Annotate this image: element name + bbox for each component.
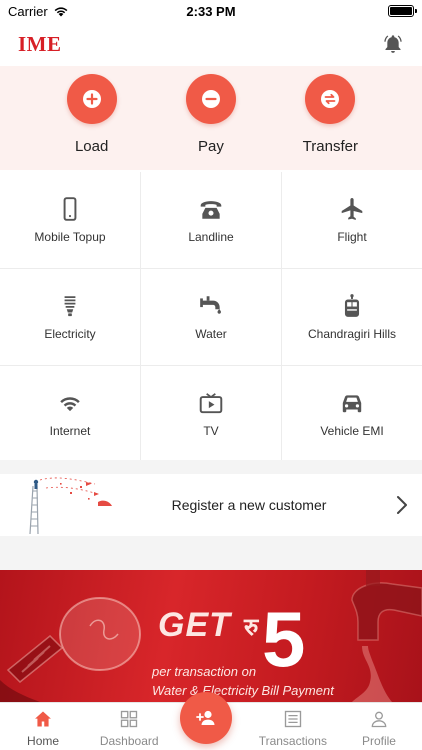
service-label: Electricity	[44, 327, 96, 341]
nav-profile-label: Profile	[361, 734, 396, 748]
status-bar: Carrier 2:33 PM	[0, 0, 422, 22]
service-label: Chandragiri Hills	[307, 327, 397, 341]
service-chandragiri-hills[interactable]: Chandragiri Hills	[282, 269, 422, 365]
cable-car-icon	[344, 294, 360, 317]
nav-transactions-label: Transactions	[258, 734, 327, 748]
dashboard-grid-icon	[121, 710, 138, 728]
nav-profile[interactable]: Profile	[336, 703, 422, 750]
add-customer-fab[interactable]	[180, 692, 232, 744]
car-icon	[342, 395, 362, 413]
service-label: TV	[203, 424, 219, 438]
chevron-right-icon	[397, 496, 407, 514]
service-landline[interactable]: Landline	[141, 172, 281, 268]
nav-home[interactable]: Home	[0, 703, 86, 750]
service-mobile-topup[interactable]: Mobile Topup	[0, 172, 140, 268]
wifi-signal-icon	[54, 7, 68, 17]
promo-amount: 5	[262, 595, 306, 683]
load-label: Load	[74, 138, 109, 155]
transactions-list-icon	[284, 710, 301, 728]
service-label: Flight	[337, 230, 367, 244]
ime-logo: IME	[18, 31, 62, 56]
minus-icon	[201, 90, 220, 108]
quick-actions: Load Pay Transfer	[0, 66, 422, 170]
transfer-circle[interactable]	[305, 74, 356, 124]
status-left: Carrier	[8, 4, 69, 19]
register-chevron[interactable]	[388, 494, 416, 516]
service-vehicle-emi[interactable]: Vehicle EMI	[282, 366, 422, 462]
app-header: IME	[0, 22, 422, 66]
service-label: Landline	[188, 230, 234, 244]
promo-banner[interactable]: GET रु 5 per transaction on Water & Elec…	[0, 570, 422, 702]
load-circle[interactable]	[66, 74, 117, 124]
service-label: Internet	[49, 424, 91, 438]
wifi-icon	[60, 397, 80, 412]
service-flight[interactable]: Flight	[282, 172, 422, 268]
service-label: Mobile Topup	[34, 230, 106, 244]
battery-icon	[388, 5, 417, 17]
promo-line-2: Water & Electricity Bill Payment	[152, 683, 334, 698]
promo-get-text: GET	[158, 606, 231, 644]
airplane-icon	[341, 197, 363, 221]
battery-fill	[390, 7, 412, 15]
swap-arrows-icon	[321, 90, 340, 108]
service-internet[interactable]: Internet	[0, 366, 140, 462]
telephone-icon	[200, 201, 222, 219]
nav-dashboard-label: Dashboard	[99, 734, 159, 748]
nav-dashboard[interactable]: Dashboard	[86, 703, 172, 750]
add-user-icon	[196, 710, 215, 725]
service-electricity[interactable]: Electricity	[0, 269, 140, 365]
register-customer-banner[interactable]: Register a new customer	[0, 474, 422, 536]
pay-circle[interactable]	[185, 74, 236, 124]
pay-button[interactable]: Pay	[166, 74, 256, 170]
tv-icon	[199, 393, 223, 414]
section-divider	[0, 460, 422, 474]
ladder-illustration	[29, 477, 112, 535]
light-bulb-icon	[64, 296, 76, 317]
bell-icon[interactable]	[382, 33, 404, 55]
water-tap-icon	[200, 296, 221, 314]
service-tv[interactable]: TV	[141, 366, 281, 462]
register-customer-label: Register a new customer	[171, 497, 327, 513]
plus-icon	[82, 90, 101, 108]
nav-transactions[interactable]: Transactions	[250, 703, 336, 750]
pay-label: Pay	[198, 138, 224, 155]
service-water[interactable]: Water	[141, 269, 281, 365]
promo-line-1: per transaction on	[152, 664, 257, 679]
service-label: Vehicle EMI	[320, 424, 384, 438]
section-divider-2	[0, 536, 422, 570]
promo-currency: रु	[244, 614, 259, 641]
transfer-button[interactable]: Transfer	[285, 74, 375, 170]
home-icon	[35, 711, 51, 727]
load-button[interactable]: Load	[47, 74, 137, 170]
transfer-label: Transfer	[302, 138, 358, 155]
nav-home-label: Home	[27, 734, 60, 748]
carrier-label: Carrier	[8, 3, 48, 19]
user-profile-icon	[371, 711, 387, 728]
services-grid: Mobile Topup Landline Flight Electricity…	[0, 172, 422, 462]
mobile-phone-icon	[63, 197, 77, 221]
service-label: Water	[195, 327, 227, 341]
